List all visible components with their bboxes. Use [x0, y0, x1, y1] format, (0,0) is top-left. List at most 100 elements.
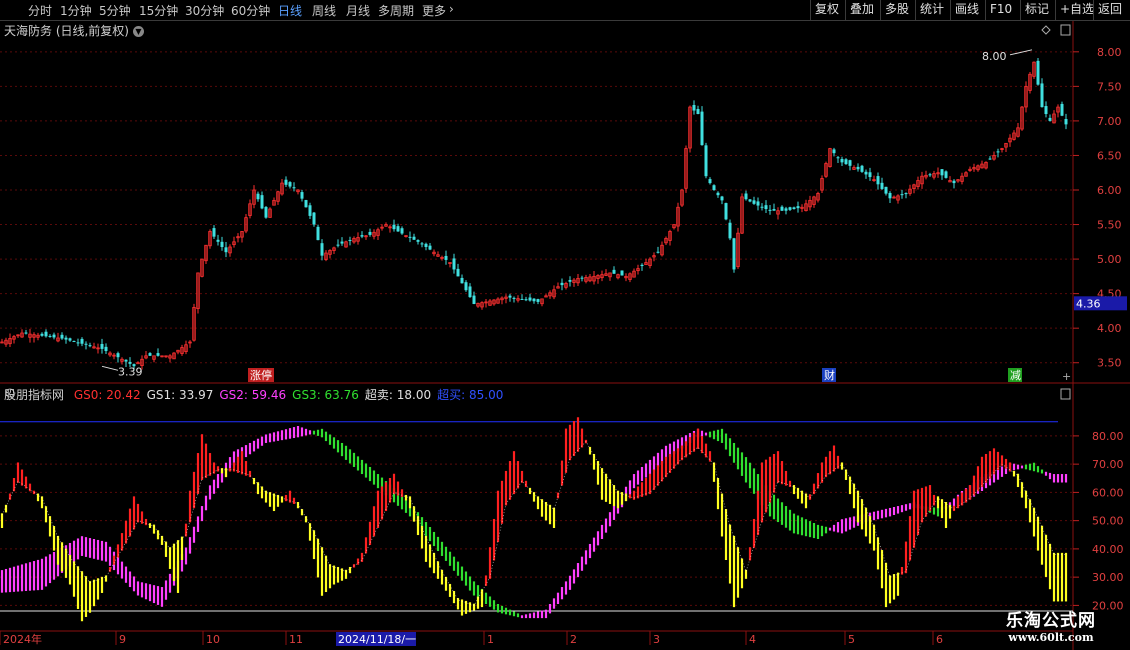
candle-body — [860, 165, 864, 172]
candle-body — [744, 193, 748, 200]
candle-body — [748, 199, 752, 202]
candle-body — [288, 182, 292, 187]
candle-body — [768, 209, 772, 211]
candle-body — [1036, 60, 1040, 85]
candle-body — [784, 208, 788, 211]
candle-body — [996, 151, 1000, 153]
candle-body — [988, 158, 992, 160]
panel-toggle-icon — [1060, 24, 1071, 36]
candle-body — [348, 239, 352, 241]
candle-body — [944, 171, 948, 178]
candle-body — [792, 207, 796, 209]
price-tick-label: 6.00 — [1097, 184, 1122, 197]
candle-body — [48, 335, 52, 337]
crosshair-date-label: 2024/11/18/一 — [338, 633, 416, 646]
gs1-line — [1, 440, 1066, 606]
candle-body — [412, 236, 416, 240]
candlestick-series — [0, 58, 1068, 371]
candle-body — [260, 195, 264, 209]
candle-body — [88, 345, 92, 347]
indicator-legend-0: GS0: 20.42 — [73, 388, 141, 402]
candle-body — [508, 295, 512, 298]
candle-body — [640, 264, 644, 266]
x-tick-label: 10 — [206, 633, 220, 646]
candle-body — [312, 212, 316, 225]
candle-body — [64, 337, 68, 340]
candle-body — [420, 243, 424, 245]
gs2-gs3-ribbon — [0, 426, 1068, 619]
indicator-title-bar: 股朋指标网 GS0: 20.42 GS1: 33.97 GS2: 59.46 GS3:… — [4, 386, 509, 403]
kline-chart[interactable]: 8.007.507.006.506.005.505.004.504.003.50… — [0, 0, 1130, 650]
price-tick-label: 6.50 — [1097, 149, 1122, 162]
candle-body — [752, 200, 756, 204]
high-label: 8.00 — [982, 50, 1007, 63]
candle-body — [300, 192, 304, 199]
indicator-legend-5: 超买: 85.00 — [437, 388, 504, 402]
low-arrow — [101, 365, 119, 371]
candle-body — [80, 338, 84, 344]
candle-body — [100, 343, 104, 349]
low-label: 3.39 — [118, 365, 143, 378]
candle-body — [848, 160, 852, 166]
indicator-name: 股朋指标网 — [4, 388, 65, 402]
event-label-0: 涨停 — [250, 368, 272, 382]
candle-body — [72, 341, 76, 343]
candle-body — [940, 169, 944, 176]
candle-body — [952, 180, 956, 184]
candle-body — [1040, 83, 1044, 108]
candle-body — [704, 145, 708, 177]
candle-body — [116, 353, 120, 358]
indicator-tick-label: 60.00 — [1092, 486, 1124, 499]
candle-body — [396, 226, 400, 232]
candle-body — [256, 193, 260, 200]
candle-body — [68, 338, 72, 341]
indicator-tick-label: 80.00 — [1092, 430, 1124, 443]
candle-body — [452, 258, 456, 270]
zoom-icon: + — [1062, 370, 1071, 383]
candle-body — [316, 226, 320, 241]
candle-body — [148, 353, 152, 356]
candle-body — [1060, 103, 1064, 116]
candle-body — [408, 236, 412, 238]
indicator-tick-label: 50.00 — [1092, 515, 1124, 528]
candle-body — [724, 203, 728, 220]
price-tick-label: 5.00 — [1097, 253, 1122, 266]
candle-body — [528, 297, 532, 301]
x-tick-label: 3 — [653, 633, 660, 646]
candle-body — [472, 295, 476, 304]
candle-body — [124, 359, 128, 362]
candle-body — [884, 186, 888, 194]
candle-body — [900, 194, 904, 196]
candle-body — [696, 108, 700, 114]
candle-body — [468, 286, 472, 298]
indicator-tick-label: 40.00 — [1092, 543, 1124, 556]
indicator-legend-3: GS3: 63.76 — [292, 388, 359, 402]
candle-body — [524, 299, 528, 301]
candle-body — [620, 270, 624, 276]
candle-body — [904, 193, 908, 195]
candle-body — [928, 174, 932, 176]
candle-body — [864, 171, 868, 175]
price-tick-label: 5.50 — [1097, 219, 1122, 232]
candle-body — [400, 228, 404, 234]
candle-body — [712, 185, 716, 190]
event-label-1: 财 — [824, 368, 835, 382]
candle-body — [728, 222, 732, 239]
candle-body — [284, 179, 288, 185]
candle-body — [1044, 106, 1048, 114]
candle-body — [876, 176, 880, 185]
candle-body — [708, 179, 712, 184]
x-tick-label: 9 — [119, 633, 126, 646]
candle-body — [512, 297, 516, 299]
price-tick-label: 7.50 — [1097, 80, 1122, 93]
x-tick-label: 11 — [289, 633, 303, 646]
candle-body — [568, 280, 572, 282]
candle-body — [340, 241, 344, 244]
candle-body — [656, 251, 660, 253]
candle-body — [760, 206, 764, 208]
candle-body — [428, 245, 432, 250]
watermark-line1: 乐淘公式网 — [1006, 611, 1096, 631]
candle-body — [1064, 119, 1068, 125]
candle-body — [44, 331, 48, 337]
candle-body — [612, 269, 616, 274]
